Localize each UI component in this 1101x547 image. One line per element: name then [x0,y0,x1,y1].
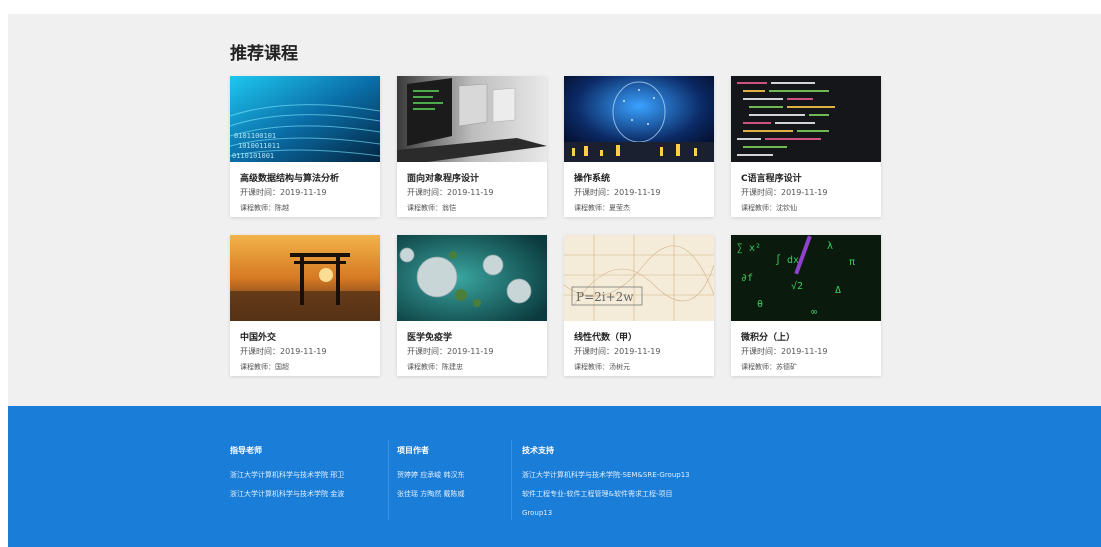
svg-text:π: π [849,257,855,268]
course-card[interactable]: P=2i+2w 线性代数（甲） 开课时间：2019-11-19 课程教师：汤树元 [564,235,714,376]
footer-item: 贺婷婷 应承峻 韩汉东 [397,471,465,479]
course-start-date: 开课时间：2019-11-19 [240,188,327,197]
course-start-date: 开课时间：2019-11-19 [574,188,661,197]
course-title: 微积分（上） [741,333,796,343]
course-teacher: 课程教师：陈建忠 [407,363,463,371]
footer-heading: 技术支持 [522,446,554,455]
thumbnail-formula-text: P=2i+2w [576,290,634,304]
course-thumbnail: P=2i+2w [564,235,714,321]
footer-heading: 项目作者 [397,446,429,455]
footer-item: 浙江大学计算机科学与技术学院 邢卫 [230,471,345,479]
course-title: 线性代数（甲） [574,333,638,343]
footer-divider [511,440,512,520]
course-title: 面向对象程序设计 [407,174,480,184]
course-title: C语言程序设计 [741,174,802,184]
course-card[interactable]: C语言程序设计 开课时间：2019-11-19 课程教师：沈钦仙 [731,76,881,217]
page: 推荐课程 0101100101 1010011011 0110101001 高级… [0,0,1101,547]
svg-text:0110101001: 0110101001 [232,152,274,160]
svg-text:1010011011: 1010011011 [238,142,280,150]
course-card[interactable]: 操作系统 开课时间：2019-11-19 课程教师：夏莹杰 [564,76,714,217]
course-thumbnail [230,235,380,321]
footer-item: 浙江大学计算机科学与技术学院-SEM&SRE-Group13 [522,471,690,479]
course-teacher: 课程教师：夏莹杰 [574,204,630,212]
course-start-date: 开课时间：2019-11-19 [741,188,828,197]
course-teacher: 课程教师：汤树元 [574,363,630,371]
footer-item: 张佳瑶 方陶然 戴陈威 [397,490,465,498]
svg-text:θ: θ [757,299,763,310]
footer-item: Group13 [522,509,553,517]
course-thumbnail [397,76,547,162]
footer-tech-support: 技术支持 浙江大学计算机科学与技术学院-SEM&SRE-Group13 软件工程… [522,445,690,523]
footer-authors: 项目作者 贺婷婷 应承峻 韩汉东 张佳瑶 方陶然 戴陈威 [397,445,464,504]
course-start-date: 开课时间：2019-11-19 [741,347,828,356]
footer-advisors: 指导老师 浙江大学计算机科学与技术学院 邢卫 浙江大学计算机科学与技术学院 金波 [230,445,344,504]
section-title: 推荐课程 [230,44,298,64]
site-footer: 指导老师 浙江大学计算机科学与技术学院 邢卫 浙江大学计算机科学与技术学院 金波… [8,406,1101,547]
course-teacher: 课程教师：国超 [240,363,289,371]
svg-text:√2: √2 [791,280,803,292]
course-teacher: 课程教师：翁恺 [407,204,456,212]
course-card[interactable]: ∑ x² ∫ dx λ π ∂f √2 Δθ ∞ 微积分（上） 开课时间：2019-11-1… [731,235,881,376]
svg-text:∂f: ∂f [741,273,753,284]
course-card[interactable]: 中国外交 开课时间：2019-11-19 课程教师：国超 [230,235,380,376]
footer-heading: 指导老师 [230,446,262,455]
course-card[interactable]: 0101100101 1010011011 0110101001 高级数据结构与算法… [230,76,380,217]
course-thumbnail [731,76,881,162]
footer-item: 软件工程专业-软件工程管理&软件需求工程-项目 [522,490,673,498]
course-title: 中国外交 [240,333,277,343]
course-title: 高级数据结构与算法分析 [240,174,340,184]
svg-text:λ: λ [827,241,833,252]
svg-text:∑ x²: ∑ x² [737,243,761,254]
course-thumbnail: ∑ x² ∫ dx λ π ∂f √2 Δθ ∞ [731,235,881,321]
course-teacher: 课程教师：沈钦仙 [741,204,797,212]
course-teacher: 课程教师：陈越 [240,204,289,212]
course-thumbnail [564,76,714,162]
course-start-date: 开课时间：2019-11-19 [407,347,494,356]
course-teacher: 课程教师：苏德矿 [741,363,797,371]
course-title: 医学免疫学 [407,333,453,343]
footer-item: 浙江大学计算机科学与技术学院 金波 [230,490,345,498]
main-content: 推荐课程 0101100101 1010011011 0110101001 高级… [8,14,1101,406]
course-thumbnail: 0101100101 1010011011 0110101001 [230,76,380,162]
course-start-date: 开课时间：2019-11-19 [574,347,661,356]
svg-text:∫ dx: ∫ dx [775,254,799,266]
footer-divider [388,440,389,520]
course-start-date: 开课时间：2019-11-19 [240,347,327,356]
course-title: 操作系统 [574,174,611,184]
course-start-date: 开课时间：2019-11-19 [407,188,494,197]
course-thumbnail [397,235,547,321]
svg-text:∞: ∞ [811,307,817,318]
course-card[interactable]: 面向对象程序设计 开课时间：2019-11-19 课程教师：翁恺 [397,76,547,217]
svg-text:0101100101: 0101100101 [234,132,276,140]
course-card[interactable]: 医学免疫学 开课时间：2019-11-19 课程教师：陈建忠 [397,235,547,376]
svg-text:Δ: Δ [835,285,841,296]
